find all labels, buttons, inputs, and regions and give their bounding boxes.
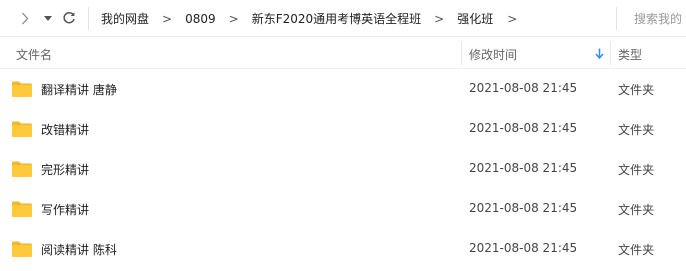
file-name[interactable]: 阅读精讲 陈科: [41, 241, 117, 258]
refresh-icon[interactable]: [59, 8, 79, 28]
forward-icon[interactable]: [16, 8, 34, 28]
breadcrumb-separator: >: [228, 11, 239, 26]
address-bar: 我的网盘 > 0809 > 新东F2020通用考博英语全程班 > 强化班 > 搜…: [0, 0, 686, 37]
column-header-name[interactable]: 文件名: [16, 46, 52, 63]
file-type: 文件夹: [618, 243, 655, 257]
address-divider: [88, 7, 89, 30]
column-header: 文件名 修改时间 类型: [0, 37, 686, 69]
file-name[interactable]: 翻译精讲 唐静: [41, 81, 117, 98]
file-row[interactable]: 完形精讲 2021-08-08 21:45 文件夹: [0, 149, 686, 189]
breadcrumb-item-my-drive[interactable]: 我的网盘: [101, 10, 149, 27]
sort-descending-icon[interactable]: [595, 48, 604, 60]
folder-icon: [12, 241, 32, 257]
breadcrumb-item-current[interactable]: 强化班: [457, 10, 493, 27]
search-divider: [616, 7, 617, 30]
folder-icon: [12, 201, 32, 217]
breadcrumb-separator: >: [434, 11, 445, 26]
file-modified: 2021-08-08 21:45: [469, 81, 578, 95]
column-header-type[interactable]: 类型: [618, 46, 642, 63]
file-row[interactable]: 改错精讲 2021-08-08 21:45 文件夹: [0, 109, 686, 149]
search-input[interactable]: 搜索我的: [634, 10, 682, 27]
breadcrumb-item-course[interactable]: 新东F2020通用考博英语全程班: [252, 10, 421, 27]
file-modified: 2021-08-08 21:45: [469, 121, 578, 135]
breadcrumb-separator: >: [162, 11, 173, 26]
breadcrumb: 我的网盘 > 0809 > 新东F2020通用考博英语全程班 > 强化班 >: [101, 0, 530, 37]
file-row[interactable]: 写作精讲 2021-08-08 21:45 文件夹: [0, 189, 686, 229]
folder-icon: [12, 161, 32, 177]
file-type: 文件夹: [618, 163, 655, 177]
file-name[interactable]: 改错精讲: [41, 121, 89, 138]
folder-icon: [12, 81, 32, 97]
file-row[interactable]: 阅读精讲 陈科 2021-08-08 21:45 文件夹: [0, 229, 686, 269]
column-header-modified[interactable]: 修改时间: [469, 46, 517, 63]
file-list: 翻译精讲 唐静 2021-08-08 21:45 文件夹 改错精讲 2021-0…: [0, 69, 686, 269]
file-type: 文件夹: [618, 203, 655, 217]
file-modified: 2021-08-08 21:45: [469, 241, 578, 255]
file-type: 文件夹: [618, 123, 655, 137]
file-modified: 2021-08-08 21:45: [469, 201, 578, 215]
history-dropdown-icon[interactable]: [41, 8, 55, 28]
breadcrumb-item-0809[interactable]: 0809: [185, 12, 216, 26]
file-name[interactable]: 写作精讲: [41, 201, 89, 218]
file-type: 文件夹: [618, 83, 655, 97]
file-name[interactable]: 完形精讲: [41, 161, 89, 178]
file-modified: 2021-08-08 21:45: [469, 161, 578, 175]
breadcrumb-expand-arrow[interactable]: >: [507, 12, 517, 26]
column-divider[interactable]: [610, 41, 611, 65]
file-row[interactable]: 翻译精讲 唐静 2021-08-08 21:45 文件夹: [0, 69, 686, 109]
folder-icon: [12, 121, 32, 137]
column-divider[interactable]: [461, 41, 462, 65]
